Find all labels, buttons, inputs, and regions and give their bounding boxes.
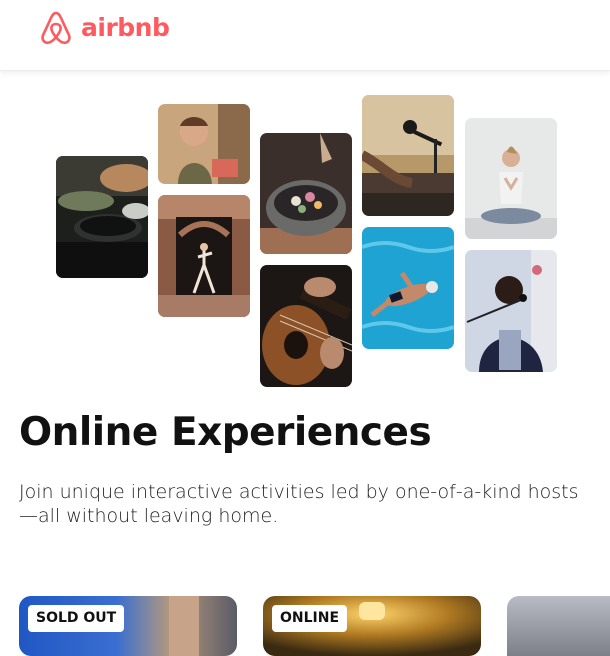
page-title: Online Experiences [19, 410, 432, 455]
collage-photo-dish [260, 133, 352, 254]
airbnb-logo-icon [41, 11, 71, 45]
experience-card-image [507, 596, 610, 656]
experience-card[interactable]: SOLD OUT [19, 596, 237, 656]
top-nav: airbnb [0, 0, 610, 71]
collage-photo-host [158, 104, 250, 184]
experience-card[interactable]: ONLINE [263, 596, 481, 656]
collage-photo-cooking [56, 156, 148, 278]
collage-photo-dancer [158, 195, 250, 317]
status-badge: ONLINE [272, 605, 348, 632]
collage-photo-yoga [465, 118, 557, 239]
logo-wordmark: airbnb [81, 12, 170, 42]
collage-photo-swimmer [362, 227, 454, 349]
experience-card[interactable] [507, 596, 610, 656]
airbnb-logo[interactable]: airbnb [38, 8, 170, 46]
collage-photo-keyboard [362, 95, 454, 216]
collage-photo-guitar [260, 265, 352, 387]
status-badge: SOLD OUT [28, 605, 125, 632]
page-subtitle: Join unique interactive activities led b… [19, 481, 579, 527]
collage-photo-singer [465, 250, 557, 372]
